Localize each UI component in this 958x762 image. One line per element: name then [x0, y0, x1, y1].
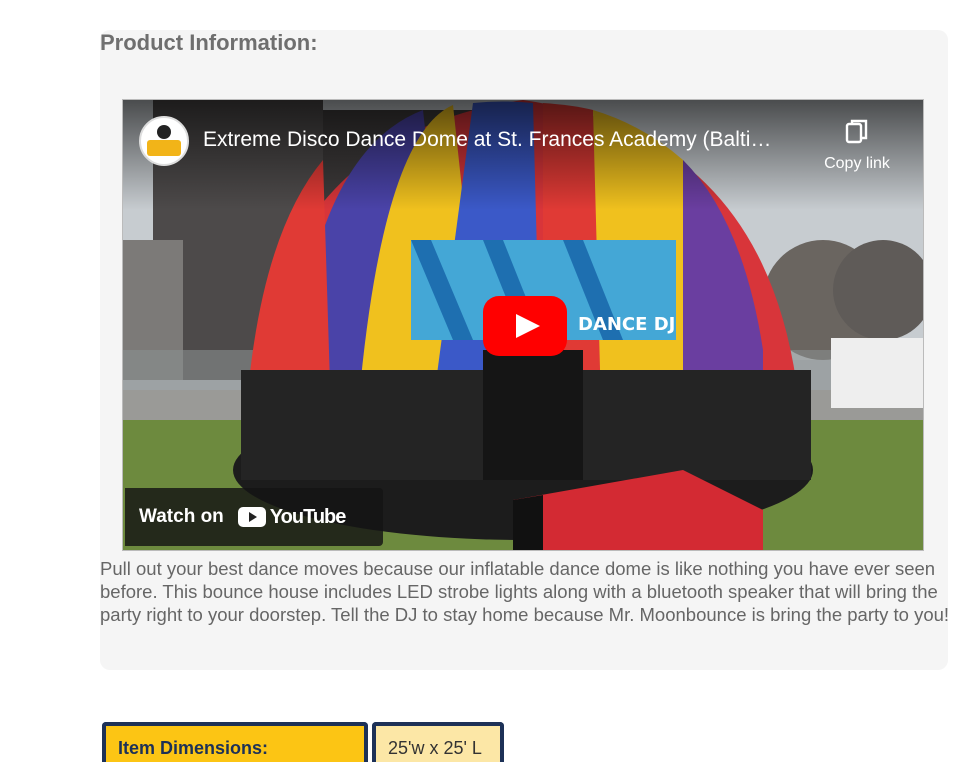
watch-on-youtube-button[interactable]: Watch on YouTube	[125, 488, 383, 546]
copy-link-label: Copy link	[824, 155, 890, 172]
youtube-wordmark: YouTube	[269, 505, 347, 528]
product-description: Pull out your best dance moves because o…	[100, 558, 950, 625]
play-button[interactable]	[483, 296, 567, 356]
play-icon	[483, 296, 567, 356]
title-overlay	[123, 100, 923, 210]
svg-text:DANCE DJ: DANCE DJ	[578, 314, 675, 335]
copy-link-button[interactable]: Copy link	[817, 118, 897, 173]
copy-icon	[845, 119, 868, 144]
channel-logo[interactable]	[139, 116, 189, 166]
youtube-embed[interactable]: DANCE DJ Extreme Disco Dance Dome at St.…	[122, 99, 924, 551]
dimensions-value: 25'w x 25' L	[372, 722, 504, 762]
youtube-logo-icon	[237, 507, 266, 527]
watch-on-label: Watch on	[139, 506, 224, 527]
moon-logo-icon	[142, 119, 186, 163]
section-heading: Product Information:	[100, 30, 318, 55]
dimensions-label: Item Dimensions:	[102, 722, 368, 762]
video-title[interactable]: Extreme Disco Dance Dome at St. Frances …	[203, 128, 813, 152]
